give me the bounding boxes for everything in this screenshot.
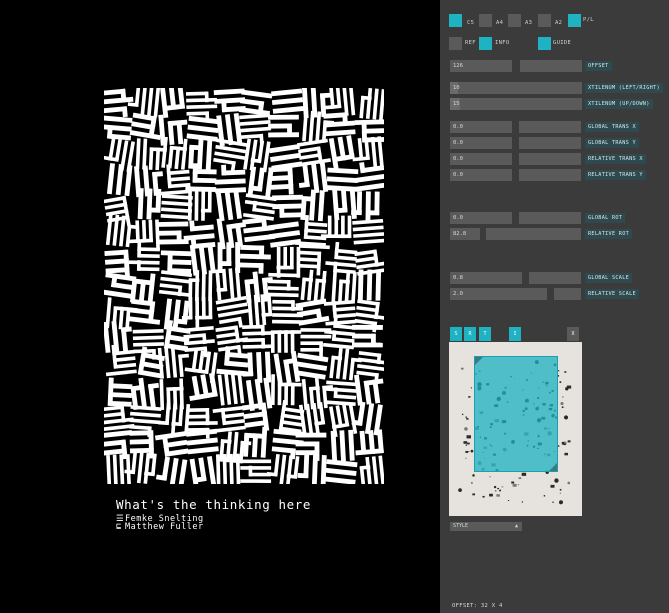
status-readout: OFFSET: 32 X 4 bbox=[452, 603, 503, 609]
offset-label: OFFSET bbox=[585, 61, 612, 71]
info-checkbox[interactable] bbox=[479, 37, 492, 50]
relative-trans-x-slider[interactable]: 0.0 bbox=[450, 153, 512, 165]
global-trans-y-slider-2[interactable] bbox=[519, 137, 581, 149]
relative-scale-label: RELATIVE SCALE bbox=[585, 289, 639, 299]
rows-label: XTILENUM (UP/DOWN) bbox=[585, 99, 653, 109]
crop-handle-br[interactable] bbox=[549, 463, 557, 471]
ref-label: REF bbox=[465, 40, 476, 46]
global-trans-y-slider[interactable]: 0.0 bbox=[450, 137, 512, 149]
guide-label: GUIDE bbox=[553, 40, 572, 46]
relative-trans-x-slider-2[interactable] bbox=[519, 153, 581, 165]
offset-field[interactable]: 126 bbox=[450, 60, 512, 72]
format-a3-checkbox[interactable] bbox=[508, 14, 521, 27]
format-a4-label: A4 bbox=[496, 20, 504, 26]
crop-selection[interactable] bbox=[474, 356, 558, 472]
format-a2-label: A2 bbox=[555, 20, 563, 26]
chevron-up-icon: ▲ bbox=[514, 523, 518, 529]
global-rot-label: GLOBAL ROT bbox=[585, 213, 626, 223]
poster-pattern bbox=[104, 88, 384, 484]
poster-canvas: What's the thinking here ☰Femke Snelting… bbox=[0, 0, 440, 613]
format-pl-label: P/L bbox=[583, 17, 594, 23]
format-c5-checkbox[interactable] bbox=[449, 14, 462, 27]
relative-trans-y-slider[interactable]: 0.0 bbox=[450, 169, 512, 181]
relative-rot-slider-2[interactable] bbox=[486, 228, 581, 240]
style-dropdown[interactable]: STYLE ▲ bbox=[450, 522, 522, 531]
global-rot-slider-2[interactable] bbox=[519, 212, 581, 224]
global-scale-label: GLOBAL SCALE bbox=[585, 273, 633, 283]
global-trans-x-label: GLOBAL TRANS X bbox=[585, 122, 639, 132]
offset-field-2[interactable] bbox=[520, 60, 582, 72]
relative-scale-slider[interactable]: 2.0 bbox=[450, 288, 547, 300]
format-a4-checkbox[interactable] bbox=[479, 14, 492, 27]
global-scale-slider[interactable]: 0.8 bbox=[450, 272, 522, 284]
columns-label: XTILENUM (LEFT/RIGHT) bbox=[585, 83, 663, 93]
image-preview[interactable] bbox=[449, 342, 582, 516]
author-glyph-icon: ⊑ bbox=[116, 522, 122, 532]
relative-trans-x-label: RELATIVE TRANS X bbox=[585, 154, 646, 164]
relative-rot-slider[interactable]: 82.8 bbox=[450, 228, 480, 240]
global-scale-slider-2[interactable] bbox=[529, 272, 581, 284]
format-portrait-landscape-checkbox[interactable] bbox=[568, 14, 581, 27]
relative-trans-y-slider-2[interactable] bbox=[519, 169, 581, 181]
tab-s[interactable]: S bbox=[450, 327, 462, 341]
global-rot-slider[interactable]: 0.0 bbox=[450, 212, 512, 224]
tab-r[interactable]: R bbox=[464, 327, 476, 341]
author-name: Matthew Fuller bbox=[125, 522, 204, 532]
poster-author-2: ⊑ Matthew Fuller bbox=[116, 522, 204, 532]
tab-i[interactable]: I bbox=[509, 327, 521, 341]
relative-trans-y-label: RELATIVE TRANS Y bbox=[585, 170, 646, 180]
global-trans-x-slider[interactable]: 0.0 bbox=[450, 121, 512, 133]
info-label: INFO bbox=[495, 40, 510, 46]
ref-checkbox[interactable] bbox=[449, 37, 462, 50]
crop-handle-tl[interactable] bbox=[475, 357, 483, 365]
close-image-button[interactable]: X bbox=[567, 327, 579, 341]
columns-slider[interactable]: 10 bbox=[450, 82, 582, 94]
global-trans-y-label: GLOBAL TRANS Y bbox=[585, 138, 639, 148]
format-c5-label: C5 bbox=[467, 20, 475, 26]
relative-rot-label: RELATIVE ROT bbox=[585, 229, 633, 239]
guide-checkbox[interactable] bbox=[538, 37, 551, 50]
relative-scale-slider-2[interactable] bbox=[554, 288, 581, 300]
tab-t[interactable]: T bbox=[479, 327, 491, 341]
global-trans-x-slider-2[interactable] bbox=[519, 121, 581, 133]
format-a3-label: A3 bbox=[525, 20, 533, 26]
poster-title: What's the thinking here bbox=[116, 497, 312, 512]
rows-slider[interactable]: 15 bbox=[450, 98, 582, 110]
format-a2-checkbox[interactable] bbox=[538, 14, 551, 27]
